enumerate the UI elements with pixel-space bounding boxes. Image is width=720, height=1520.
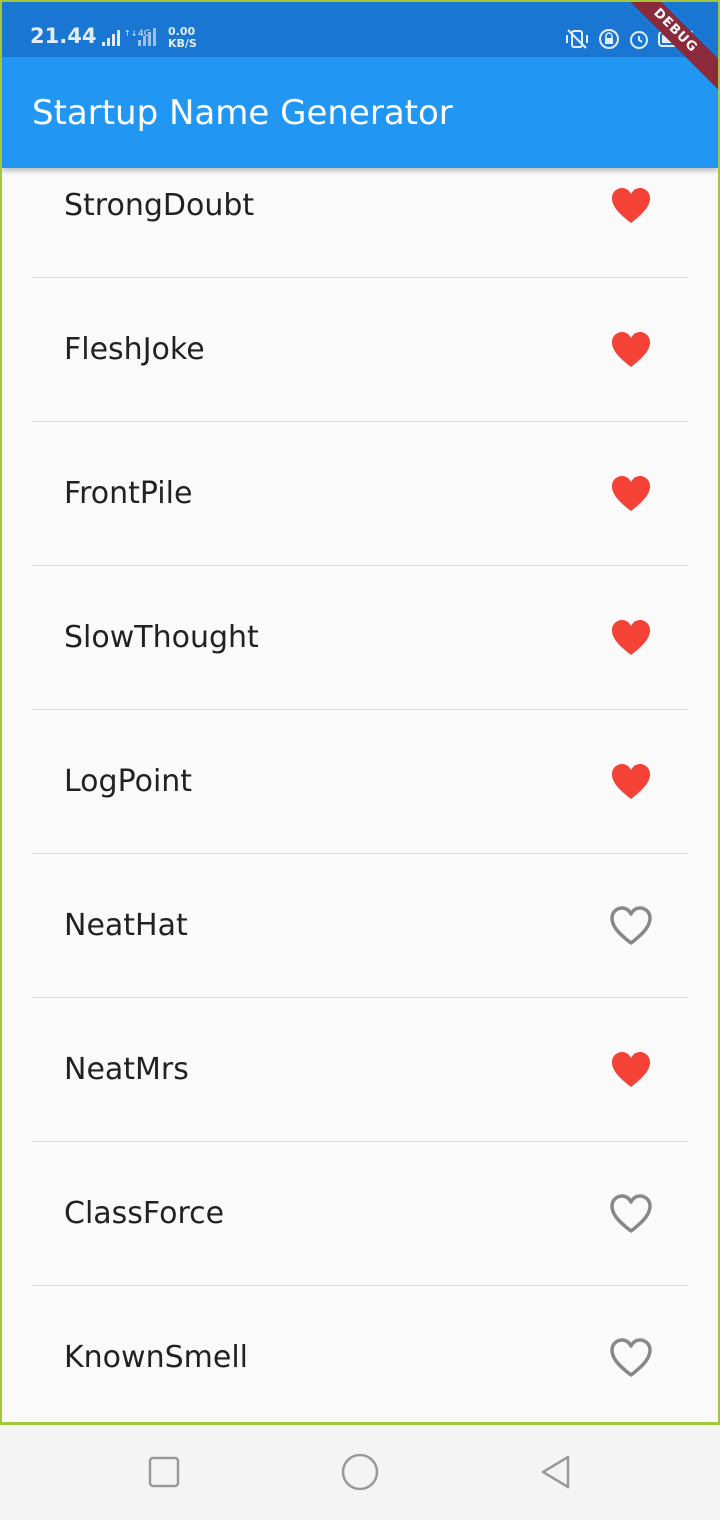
circle-icon (341, 1453, 379, 1491)
heart-outline-icon[interactable] (610, 906, 652, 946)
vibrate-off-icon (564, 28, 590, 54)
list-item[interactable]: FleshJoke (32, 278, 688, 422)
heart-filled-icon[interactable] (610, 1050, 652, 1090)
heart-filled-icon[interactable] (610, 762, 652, 802)
heart-outline-icon[interactable] (610, 1194, 652, 1234)
signal-icon: ↑↓ 4G (102, 26, 164, 48)
list-item-label: SlowThought (64, 620, 259, 655)
lock-icon (598, 28, 620, 54)
list-item[interactable]: LogPoint (32, 710, 688, 854)
system-nav-bar (0, 1425, 720, 1520)
list-item-label: StrongDoubt (64, 188, 255, 223)
list-item[interactable]: FrontPile (32, 422, 688, 566)
status-bar: 21.44 ↑↓ 4G 0.00 KB/S (2, 2, 718, 57)
alarm-icon (628, 28, 650, 54)
list-item[interactable]: ClassForce (32, 1142, 688, 1286)
list-item-label: FleshJoke (64, 332, 205, 367)
list-item-label: NeatMrs (64, 1052, 189, 1087)
list-item[interactable]: SlowThought (32, 566, 688, 710)
home-button[interactable] (340, 1452, 380, 1492)
heart-filled-icon[interactable] (610, 186, 652, 226)
net-speed: 0.00 KB/S (168, 26, 197, 50)
app-bar: Startup Name Generator (2, 57, 718, 168)
list-item-label: ClassForce (64, 1196, 225, 1231)
back-button[interactable] (536, 1452, 576, 1492)
page-title: Startup Name Generator (32, 93, 453, 133)
heart-filled-icon[interactable] (610, 330, 652, 370)
net-speed-unit: KB/S (168, 37, 197, 50)
heart-filled-icon[interactable] (610, 618, 652, 658)
square-icon (148, 1456, 180, 1488)
status-time: 21.44 (30, 24, 97, 48)
svg-text:↑↓: ↑↓ (124, 29, 137, 38)
list-item-label: NeatHat (64, 908, 188, 943)
list-item-label: KnownSmell (64, 1340, 248, 1375)
list-item[interactable]: KnownSmell (32, 1286, 688, 1422)
recents-button[interactable] (144, 1452, 184, 1492)
list-item[interactable]: StrongDoubt (32, 168, 688, 278)
list-item[interactable]: NeatMrs (32, 998, 688, 1142)
app-frame: 21.44 ↑↓ 4G 0.00 KB/S Startup Name Gener… (0, 0, 720, 1425)
list-item-label: FrontPile (64, 476, 193, 511)
heart-outline-icon[interactable] (610, 1338, 652, 1378)
triangle-back-icon (541, 1455, 570, 1489)
name-list[interactable]: StrongDoubt FleshJoke FrontPile SlowThought… (2, 168, 718, 1422)
list-item-label: LogPoint (64, 764, 193, 799)
heart-filled-icon[interactable] (610, 474, 652, 514)
list-item[interactable]: NeatHat (32, 854, 688, 998)
